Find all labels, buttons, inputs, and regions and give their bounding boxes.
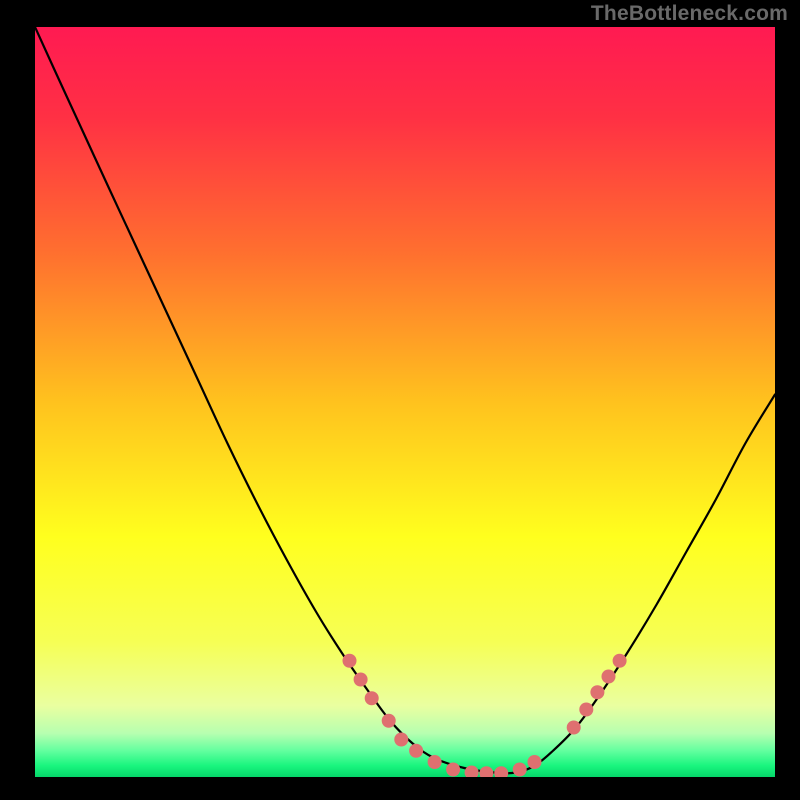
chart-frame: { "watermark": "TheBottleneck.com", "cha… <box>0 0 800 800</box>
highlight-point <box>590 685 604 699</box>
bottleneck-chart <box>0 0 800 800</box>
highlight-point <box>428 755 442 769</box>
highlight-point <box>446 763 460 777</box>
highlight-point <box>494 766 508 780</box>
highlight-point <box>513 763 527 777</box>
plot-background <box>35 27 775 777</box>
highlight-point <box>382 714 396 728</box>
highlight-point <box>394 733 408 747</box>
watermark-text: TheBottleneck.com <box>591 2 788 26</box>
highlight-point <box>343 654 357 668</box>
highlight-point <box>479 766 493 780</box>
highlight-point <box>567 721 581 735</box>
highlight-point <box>528 755 542 769</box>
highlight-point <box>613 654 627 668</box>
highlight-point <box>465 766 479 780</box>
highlight-point <box>354 673 368 687</box>
highlight-point <box>602 670 616 684</box>
highlight-point <box>579 703 593 717</box>
highlight-point <box>365 691 379 705</box>
highlight-point <box>409 744 423 758</box>
